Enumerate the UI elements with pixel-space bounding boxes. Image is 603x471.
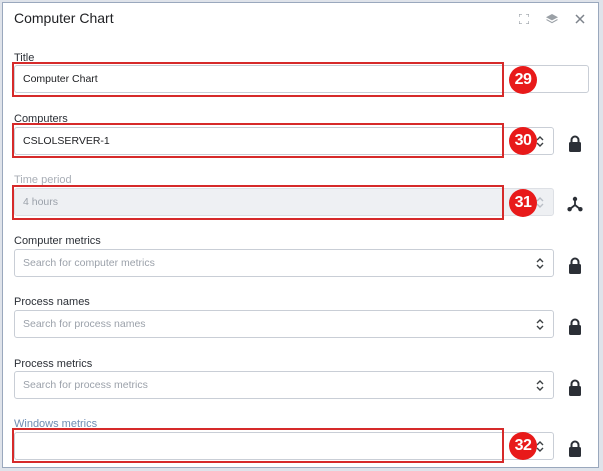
time-period-select[interactable] xyxy=(14,188,554,216)
time-period-input[interactable] xyxy=(15,189,553,215)
chevron-updown-icon xyxy=(536,258,544,269)
computer-metrics-label: Computer metrics xyxy=(14,235,101,247)
chevron-updown-icon xyxy=(536,319,544,330)
process-metrics-search-input[interactable] xyxy=(15,372,553,398)
computer-metrics-select[interactable] xyxy=(14,249,554,277)
process-metrics-select[interactable] xyxy=(14,371,554,399)
layers-icon[interactable] xyxy=(545,12,559,26)
annotation-badge: 29 xyxy=(509,66,537,94)
close-icon[interactable] xyxy=(573,12,587,26)
computers-input[interactable] xyxy=(15,128,553,154)
title-field[interactable] xyxy=(14,65,589,93)
expand-icon[interactable] xyxy=(517,12,531,26)
title-bar-actions xyxy=(517,12,587,26)
annotation-badge: 30 xyxy=(509,127,537,155)
lock-icon[interactable] xyxy=(566,439,584,457)
lock-icon[interactable] xyxy=(566,134,584,152)
chevron-updown-icon xyxy=(536,380,544,391)
lock-icon[interactable] xyxy=(566,378,584,396)
computers-select[interactable] xyxy=(14,127,554,155)
lock-icon[interactable] xyxy=(566,256,584,274)
computers-label: Computers xyxy=(14,113,68,125)
windows-metrics-label: Windows metrics xyxy=(14,418,98,430)
annotation-badge: 32 xyxy=(509,432,537,460)
chart-settings-dialog: Computer Chart Title Computers Time peri… xyxy=(2,2,599,468)
title-label: Title xyxy=(14,52,35,64)
windows-metrics-select[interactable] xyxy=(14,432,554,460)
hierarchy-icon[interactable] xyxy=(566,195,584,213)
process-names-select[interactable] xyxy=(14,310,554,338)
computer-metrics-search-input[interactable] xyxy=(15,250,553,276)
title-bar: Computer Chart xyxy=(3,3,598,35)
process-names-search-input[interactable] xyxy=(15,311,553,337)
lock-icon[interactable] xyxy=(566,317,584,335)
dialog-title: Computer Chart xyxy=(14,10,114,26)
process-metrics-label: Process metrics xyxy=(14,358,93,370)
title-input[interactable] xyxy=(15,66,588,92)
time-period-label: Time period xyxy=(14,174,72,186)
annotation-badge: 31 xyxy=(509,189,537,217)
process-names-label: Process names xyxy=(14,296,90,308)
windows-metrics-input[interactable] xyxy=(15,433,553,459)
